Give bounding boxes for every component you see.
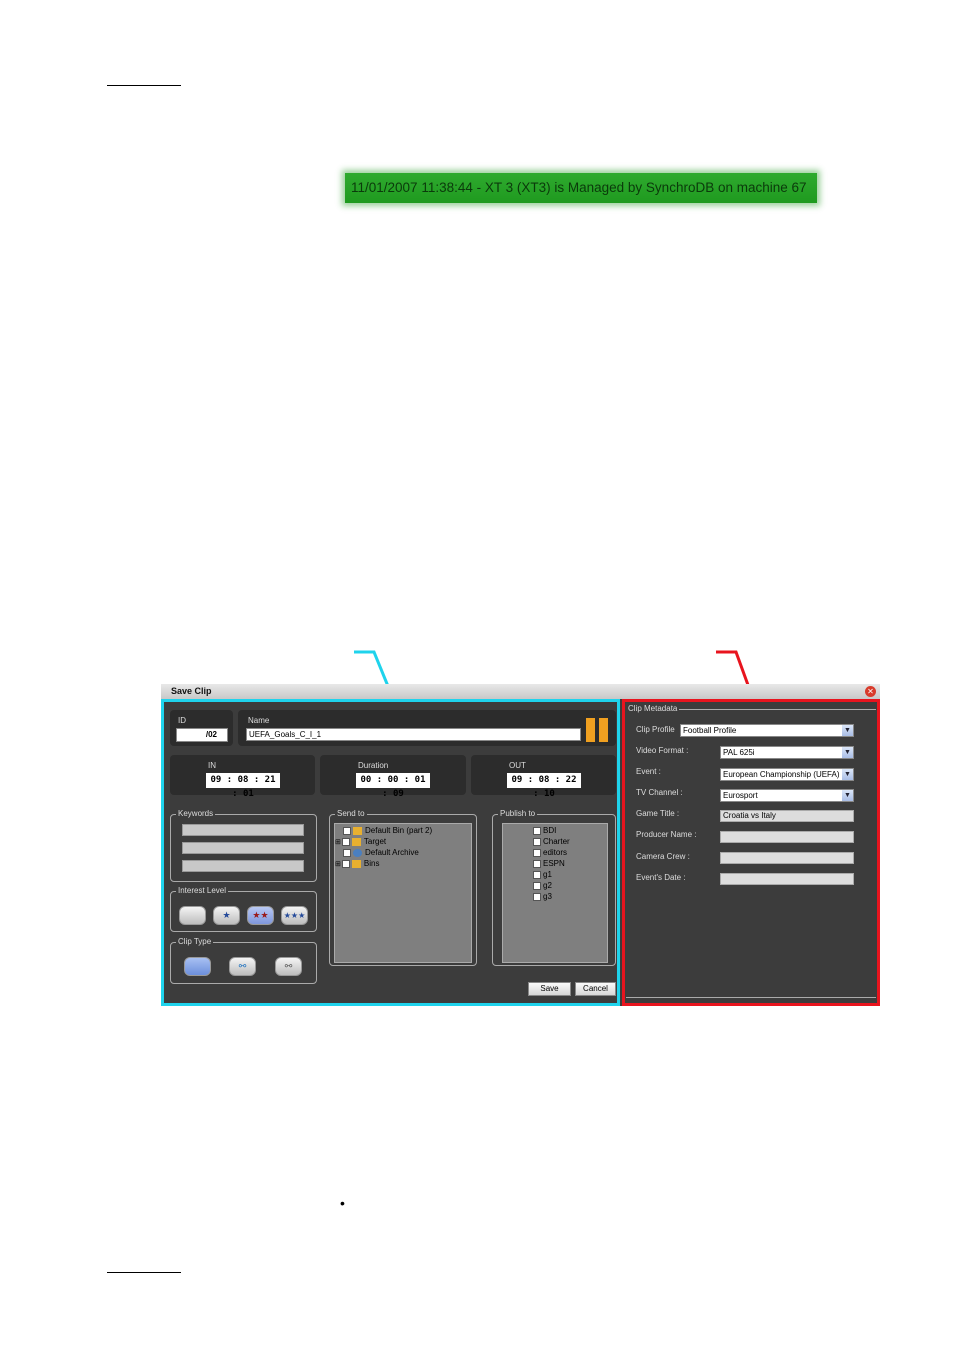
save-clip-dialog: Save Clip ✕ ID /02 Name UEFA_Goals_C_I_1…	[161, 684, 880, 1006]
tree-item[interactable]: g1	[533, 870, 552, 880]
events-date-field[interactable]	[720, 873, 854, 885]
event-label: Event :	[636, 767, 661, 776]
in-panel: IN 09 : 08 : 21 : 01	[170, 755, 315, 799]
keywords-label: Keywords	[176, 809, 216, 819]
interest-level-label: Interest Level	[176, 886, 229, 896]
publish-to-tree: BDI Charter editors ESPN g1 g2 g3	[502, 823, 608, 963]
chevron-down-icon: ▼	[842, 747, 853, 758]
duration-panel: Duration 00 : 00 : 01 : 09	[320, 755, 466, 799]
out-label: OUT	[509, 761, 526, 770]
camera-crew-field[interactable]	[720, 852, 854, 864]
send-to-label: Send to	[335, 809, 367, 819]
clip-profile-label: Clip Profile	[636, 725, 675, 734]
interest-two-star-button[interactable]: ★★	[247, 906, 274, 925]
video-format-select[interactable]: PAL 625i ▼	[720, 746, 854, 759]
clip-type-normal-button[interactable]	[184, 957, 211, 976]
name-field[interactable]: UEFA_Goals_C_I_1	[246, 728, 581, 741]
bullet-point: •	[340, 1195, 345, 1211]
in-timecode[interactable]: 09 : 08 : 21 : 01	[206, 773, 280, 799]
name-panel: Name UEFA_Goals_C_I_1	[238, 710, 616, 746]
id-field[interactable]: /02	[176, 728, 228, 742]
tree-item[interactable]: BDI	[533, 826, 556, 836]
camera-crew-label: Camera Crew :	[636, 852, 690, 861]
tree-item[interactable]: ⊞ Target	[335, 837, 386, 848]
status-bar: 11/01/2007 11:38:44 - XT 3 (XT3) is Mana…	[345, 173, 817, 203]
tree-item[interactable]: Default Bin (part 2)	[343, 826, 432, 836]
keyword-field-3[interactable]	[182, 860, 304, 872]
in-label: IN	[208, 761, 216, 770]
tree-item[interactable]: ESPN	[533, 859, 565, 869]
duration-timecode[interactable]: 00 : 00 : 01 : 09	[356, 773, 430, 799]
send-to-group: Send to Default Bin (part 2) ⊞ Target Def…	[329, 809, 477, 966]
clip-metadata-group: Clip Metadata Clip Profile Football Prof…	[626, 704, 876, 998]
tree-item[interactable]: Default Archive	[343, 848, 419, 858]
out-panel: OUT 09 : 08 : 22 : 10	[471, 755, 616, 799]
interest-none-button[interactable]	[179, 906, 206, 925]
clip-type-label: Clip Type	[176, 937, 214, 947]
clip-metadata-label: Clip Metadata	[626, 704, 680, 714]
out-timecode[interactable]: 09 : 08 : 22 : 10	[507, 773, 581, 799]
header-rule	[107, 85, 181, 86]
send-to-tree: Default Bin (part 2) ⊞ Target Default Arc…	[334, 823, 472, 963]
tree-item[interactable]: g2	[533, 881, 552, 891]
duration-label: Duration	[358, 761, 389, 770]
interest-three-star-button[interactable]: ★★★	[281, 906, 308, 925]
id-label: ID	[178, 716, 186, 725]
tv-channel-label: TV Channel :	[636, 788, 683, 797]
publish-to-label: Publish to	[498, 809, 538, 819]
interest-level-group: Interest Level ★ ★★ ★★★	[170, 886, 317, 932]
game-title-label: Game Title :	[636, 809, 680, 818]
events-date-label: Event's Date :	[636, 873, 686, 882]
dialog-title: Save Clip	[161, 684, 880, 699]
name-label: Name	[248, 716, 270, 725]
id-panel: ID /02	[170, 710, 233, 746]
chevron-down-icon: ▼	[842, 790, 853, 801]
event-select[interactable]: European Championship (UEFA) ▼	[720, 768, 854, 781]
producer-name-label: Producer Name :	[636, 830, 697, 839]
keyword-field-2[interactable]	[182, 842, 304, 854]
tree-item[interactable]: Charter	[533, 837, 570, 847]
keyword-field-1[interactable]	[182, 824, 304, 836]
footer-rule	[107, 1272, 181, 1273]
clip-profile-select[interactable]: Football Profile ▼	[680, 724, 854, 737]
interest-one-star-button[interactable]: ★	[213, 906, 240, 925]
tv-channel-select[interactable]: Eurosport ▼	[720, 789, 854, 802]
clip-type-ref-button[interactable]: ⚯	[275, 957, 302, 976]
publish-to-group: Publish to BDI Charter editors ESPN g1 g…	[492, 809, 616, 966]
chevron-down-icon: ▼	[842, 725, 853, 736]
tree-item[interactable]: ⊞ Bins	[335, 859, 379, 870]
game-title-field[interactable]: Croatia vs Italy	[720, 810, 854, 822]
video-format-label: Video Format :	[636, 746, 689, 755]
cancel-button[interactable]: Cancel	[575, 982, 616, 996]
pause-icon[interactable]	[586, 718, 610, 742]
keywords-group: Keywords	[170, 809, 317, 882]
save-button[interactable]: Save	[528, 982, 571, 996]
tree-item[interactable]: g3	[533, 892, 552, 902]
chevron-down-icon: ▼	[842, 769, 853, 780]
clip-type-group: Clip Type ⚯ ⚯	[170, 937, 317, 984]
clip-type-sub-button[interactable]: ⚯	[229, 957, 256, 976]
tree-item[interactable]: editors	[533, 848, 567, 858]
producer-name-field[interactable]	[720, 831, 854, 843]
close-icon[interactable]: ✕	[865, 686, 876, 697]
